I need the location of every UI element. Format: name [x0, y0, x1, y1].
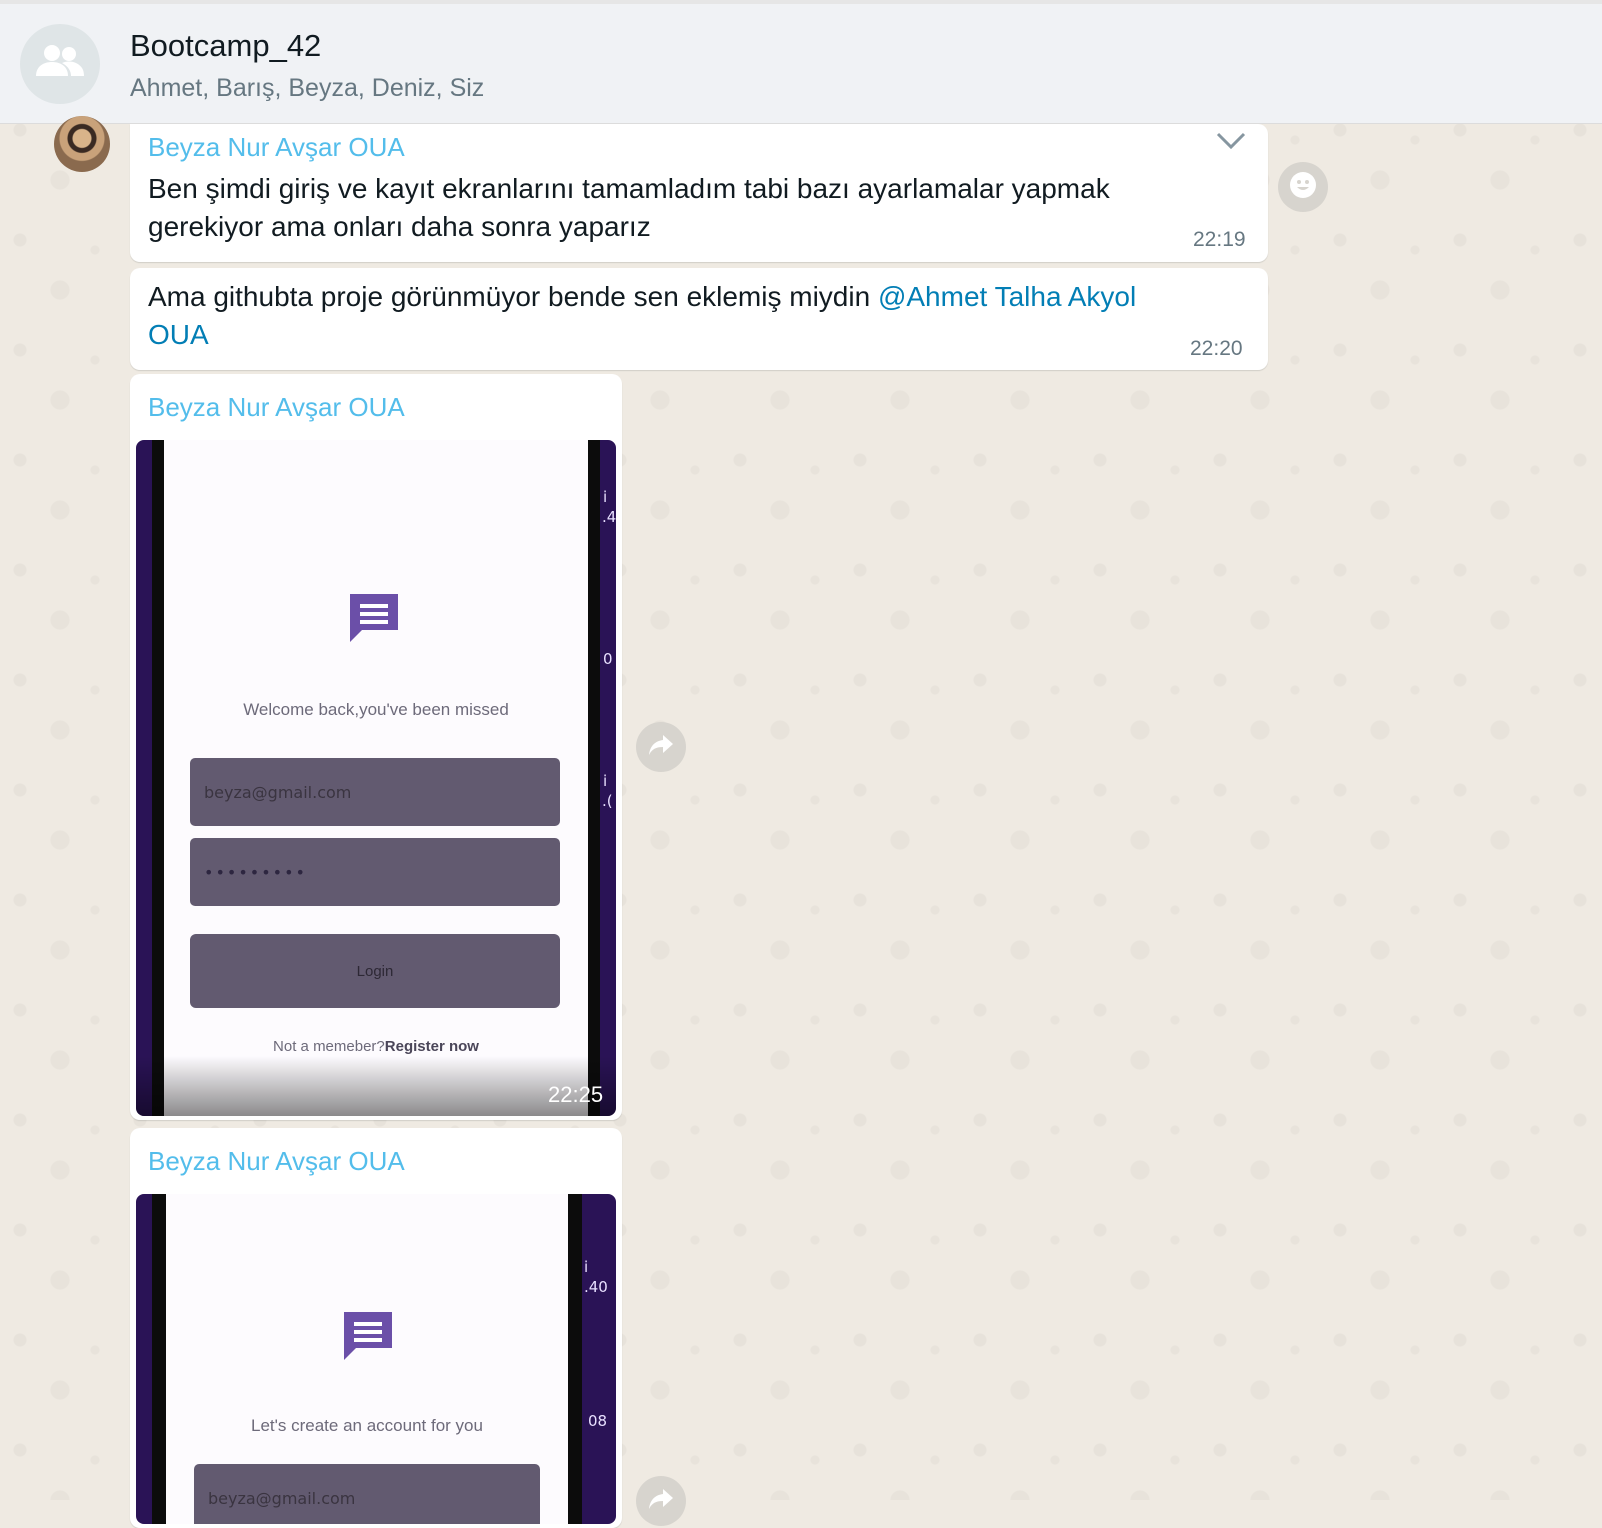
- status-text: .(: [602, 792, 613, 810]
- status-text: i: [584, 1258, 589, 1276]
- message-time: 22:19: [1193, 228, 1246, 251]
- login-button-preview: Login: [190, 934, 560, 1008]
- group-avatar[interactable]: [20, 24, 100, 104]
- register-screenshot-image[interactable]: i .40 08 Let's create an account for you…: [136, 1194, 616, 1524]
- register-prefix: Not a memeber?: [273, 1038, 385, 1055]
- screen-subtitle: Let's create an account for you: [251, 1416, 483, 1435]
- message-sender[interactable]: Beyza Nur Avşar OUA: [148, 132, 405, 163]
- chat-app-icon: [340, 1308, 396, 1369]
- status-text: .4: [602, 508, 616, 526]
- phone-bezel-left: [152, 440, 164, 1116]
- reaction-button[interactable]: [1278, 162, 1328, 212]
- message-time: 22:20: [1190, 337, 1243, 360]
- status-text: 08: [588, 1412, 608, 1430]
- forward-button[interactable]: [636, 722, 686, 772]
- chat-header[interactable]: Bootcamp_42 Ahmet, Barış, Beyza, Deniz, …: [0, 0, 1602, 124]
- status-text: i: [603, 488, 608, 506]
- forward-icon: [647, 733, 675, 762]
- email-field-preview: beyza@gmail.com: [194, 1464, 540, 1524]
- message-text: Ben şimdi giriş ve kayıt ekranlarını tam…: [148, 173, 1110, 242]
- chevron-down-icon[interactable]: [1216, 132, 1246, 155]
- password-field-preview: •••••••••: [190, 838, 560, 906]
- phone-bezel-left: [152, 1194, 166, 1524]
- status-text: i: [603, 772, 608, 790]
- email-field-preview: beyza@gmail.com: [190, 758, 560, 826]
- status-text: .40: [584, 1278, 608, 1296]
- chat-app-icon: [346, 590, 402, 651]
- smiley-icon: [1289, 171, 1317, 204]
- media-shade: [136, 1056, 616, 1116]
- sender-avatar[interactable]: [54, 116, 110, 172]
- login-screenshot-image[interactable]: i .4 0 i .( Welcome back,you've been mis…: [136, 440, 616, 1116]
- register-link: Register now: [384, 1038, 479, 1055]
- media-time: 22:25: [548, 1082, 604, 1107]
- message-text-body: Ama githubta proje görünmüyor bende sen …: [148, 281, 878, 312]
- forward-button[interactable]: [636, 1476, 686, 1526]
- phone-bezel-right: [588, 440, 600, 1116]
- screen-subtitle: Welcome back,you've been missed: [243, 700, 509, 719]
- phone-bezel-right: [568, 1194, 582, 1524]
- forward-icon: [647, 1487, 675, 1516]
- chat-title[interactable]: Bootcamp_42: [130, 28, 321, 64]
- message-text: Ama githubta proje görünmüyor bende sen …: [148, 278, 1198, 354]
- register-line: Not a memeber?Register now: [164, 1038, 588, 1055]
- message-sender[interactable]: Beyza Nur Avşar OUA: [148, 392, 405, 423]
- chat-members[interactable]: Ahmet, Barış, Beyza, Deniz, Siz: [130, 74, 484, 103]
- group-icon: [32, 42, 88, 87]
- status-text: 0: [603, 650, 613, 668]
- message-sender[interactable]: Beyza Nur Avşar OUA: [148, 1146, 405, 1177]
